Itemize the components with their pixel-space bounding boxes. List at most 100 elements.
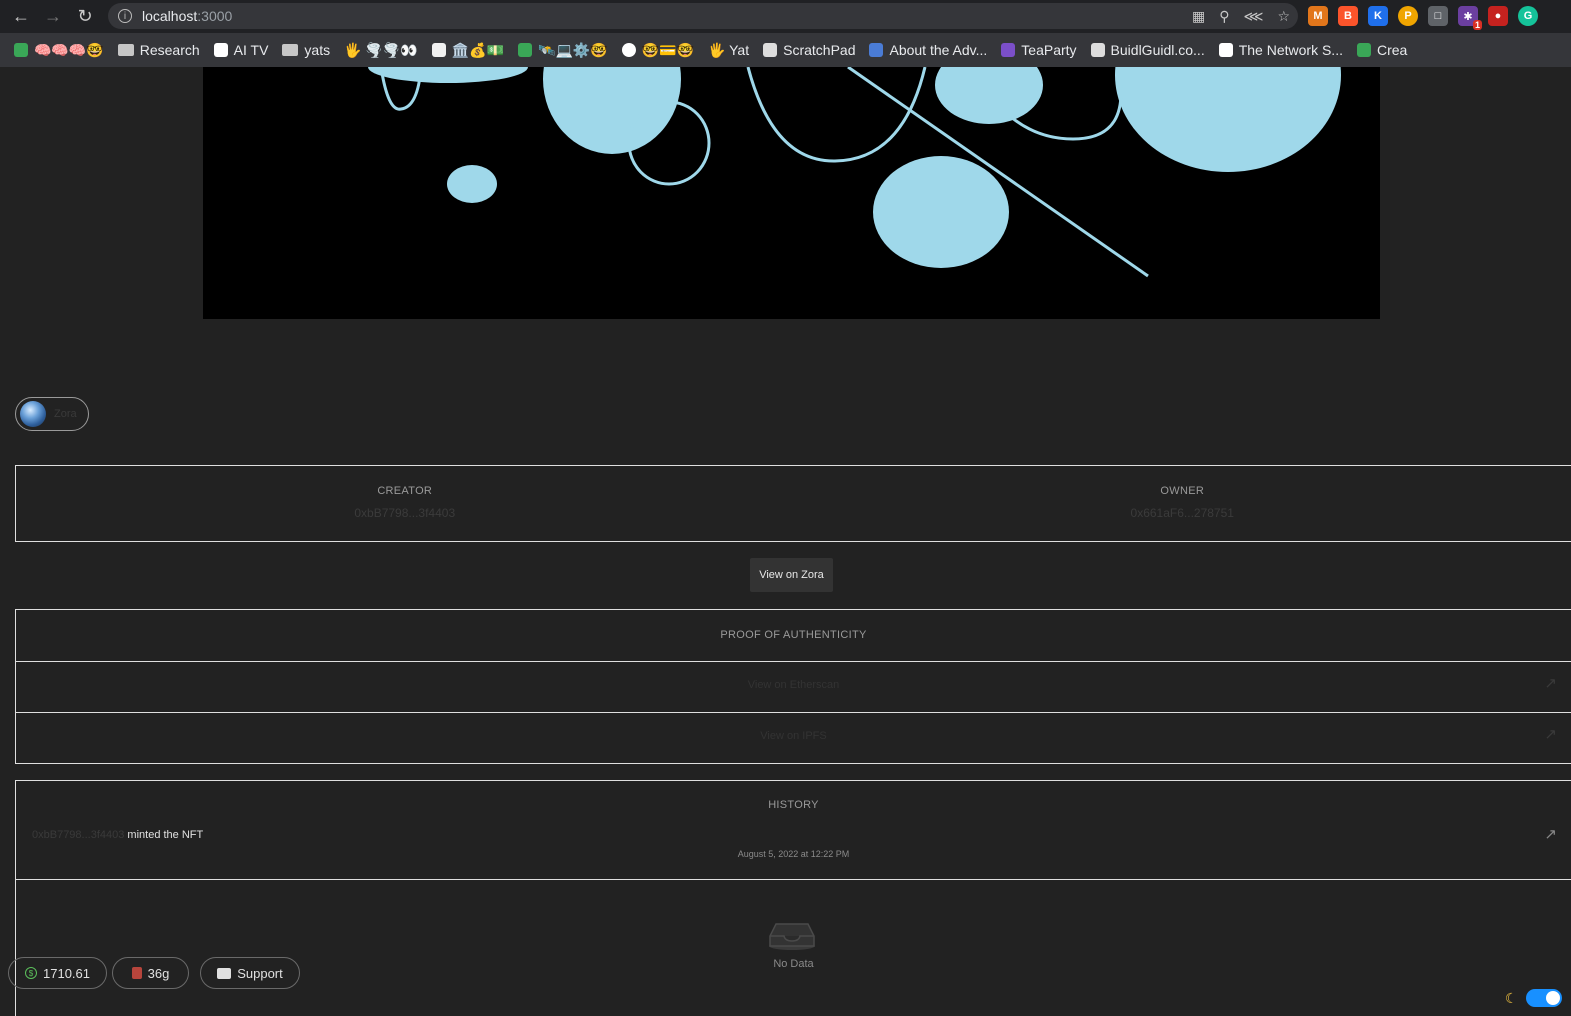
k-icon[interactable]: K — [1368, 6, 1388, 26]
empty-inbox-icon — [769, 923, 815, 950]
extensions-bar: M B K P □ ✱ 1 ● G — [1308, 5, 1538, 30]
creator-owner-panel: CREATOR 0xbB7798...3f4403 OWNER 0x661aF6… — [15, 465, 1571, 542]
bookmark-item[interactable]: 🖐️ Yat — [708, 42, 749, 59]
bookmark-item[interactable]: Research — [117, 42, 200, 58]
bookmark-icon — [518, 43, 533, 57]
platform-label: Zora — [54, 408, 77, 420]
etherscan-link[interactable]: View on Etherscan — [16, 679, 1571, 691]
brave-icon[interactable]: B — [1338, 6, 1358, 26]
star-icon[interactable]: ☆ — [1277, 8, 1290, 25]
bookmark-item[interactable]: About the Adv... — [869, 42, 987, 58]
art-arc — [746, 67, 927, 163]
dollar-icon: $ — [25, 967, 37, 979]
forward-icon[interactable]: → — [37, 1, 69, 33]
empty-state-panel: No Data — [15, 880, 1571, 1016]
creator-heading: CREATOR — [377, 485, 433, 497]
bookmark-label: 🛰️💻⚙️🤓 — [538, 41, 608, 58]
nft-artwork — [203, 67, 1380, 319]
p-icon[interactable]: P — [1398, 6, 1418, 26]
art-blob — [873, 156, 1009, 268]
bookmark-label: Research — [139, 42, 200, 58]
art-blob — [368, 67, 528, 83]
support-button[interactable]: Support — [200, 957, 300, 989]
bookmark-label: 🏛️💰💵 — [451, 41, 505, 58]
browser-toolbar: ← → ↻ i localhost:3000 ▦ ⚲ ⋘ ☆ M B K P □… — [0, 0, 1571, 33]
bookmark-item[interactable]: ScratchPad — [763, 42, 855, 58]
theme-toggle[interactable] — [1525, 989, 1562, 1007]
external-link-icon: ↗ — [1544, 726, 1557, 743]
bookmark-item[interactable]: The Network S... — [1218, 42, 1343, 58]
bookmark-item[interactable]: TeaParty — [1001, 42, 1077, 58]
history-action: minted the NFT — [124, 829, 204, 841]
bookmark-icon — [14, 43, 28, 57]
cube-icon[interactable]: □ — [1428, 6, 1448, 26]
grammarly-icon[interactable]: G — [1518, 6, 1538, 26]
balance-pill[interactable]: $ 1710.61 — [8, 957, 107, 989]
bookmark-label: TeaParty — [1021, 42, 1077, 58]
gas-pill[interactable]: 36g — [112, 957, 189, 989]
proof-panel: PROOF OF AUTHENTICITY View on Etherscan … — [15, 609, 1571, 764]
bookmark-item[interactable]: 🧠🧠🧠🤓 — [14, 42, 104, 59]
reload-icon[interactable]: ↻ — [69, 1, 101, 33]
translate-icon[interactable]: ▦ — [1192, 8, 1205, 25]
tv-icon — [213, 43, 228, 57]
square-icon — [1218, 43, 1233, 57]
page-icon — [763, 43, 778, 57]
folder-icon — [282, 44, 299, 56]
address-bar[interactable]: i localhost:3000 ▦ ⚲ ⋘ ☆ — [108, 3, 1298, 29]
bookmark-label: 🤓💳🤓 — [641, 41, 695, 58]
bookmarks-bar: 🧠🧠🧠🤓 Research AI TV yats 🖐️ 🌪️🌪️👀 🏛️💰💵 🛰… — [0, 33, 1571, 67]
bookmark-item[interactable]: AI TV — [213, 42, 269, 58]
puzzle-icon[interactable]: ✱ 1 — [1458, 6, 1482, 30]
etherscan-link-row[interactable]: View on Etherscan ↗ — [16, 661, 1571, 712]
bookmark-item[interactable]: BuidlGuidl.co... — [1090, 42, 1205, 58]
url-host: localhost — [142, 8, 198, 24]
owner-address[interactable]: 0x661aF6...278751 — [794, 506, 1571, 520]
creator-address[interactable]: 0xbB7798...3f4403 — [16, 506, 794, 520]
theme-switcher: ☾ — [1505, 989, 1562, 1007]
external-link-icon: ↗ — [1544, 675, 1557, 692]
history-actor[interactable]: 0xbB7798...3f4403 — [32, 829, 124, 841]
art-blob — [543, 67, 681, 154]
gas-pump-icon — [131, 967, 142, 979]
toggle-knob — [1545, 991, 1560, 1005]
bookmark-item[interactable]: 🖐️ 🌪️🌪️👀 — [344, 42, 418, 59]
site-info-icon[interactable]: i — [118, 9, 132, 23]
url-port: :3000 — [197, 8, 233, 24]
history-event: 0xbB7798...3f4403 minted the NFT — [32, 829, 203, 841]
bookmark-label: ScratchPad — [783, 42, 856, 58]
bookmark-label: 🧠🧠🧠🤓 — [34, 41, 104, 58]
page-icon — [431, 43, 446, 57]
globe-icon — [621, 43, 636, 57]
purple-icon — [1001, 43, 1016, 57]
art-blob — [935, 67, 1043, 124]
leaf-icon — [1356, 43, 1371, 57]
support-label: Support — [237, 965, 283, 981]
bookmark-item[interactable]: 🏛️💰💵 — [431, 41, 505, 59]
creator-column: CREATOR 0xbB7798...3f4403 — [16, 466, 794, 520]
ipfs-link-row[interactable]: View on IPFS ↗ — [16, 712, 1571, 763]
zoom-icon[interactable]: ⚲ — [1219, 8, 1229, 25]
bookmark-item[interactable]: 🤓💳🤓 — [621, 41, 695, 59]
metamask-icon[interactable]: M — [1308, 6, 1328, 26]
ipfs-link[interactable]: View on IPFS — [16, 730, 1571, 742]
url-text: localhost:3000 — [142, 8, 232, 24]
bookmark-label: yats — [304, 42, 331, 58]
bookmark-item[interactable]: 🛰️💻⚙️🤓 — [518, 42, 608, 59]
bookmark-label: The Network S... — [1238, 42, 1343, 58]
view-on-zora-button[interactable]: View on Zora — [750, 558, 833, 592]
history-heading: HISTORY — [768, 799, 819, 811]
platform-badge[interactable]: Zora — [15, 397, 89, 431]
bookmark-item[interactable]: Crea — [1356, 42, 1407, 58]
zora-orb-icon — [20, 401, 46, 427]
bookmark-item[interactable]: yats — [282, 42, 330, 58]
gamepad-icon[interactable]: ● — [1488, 6, 1508, 26]
bookmark-label: 🖐️ Yat — [708, 41, 750, 58]
share-icon[interactable]: ⋘ — [1244, 8, 1264, 25]
external-link-icon[interactable]: ↗ — [1544, 825, 1557, 843]
folder-icon — [117, 44, 134, 56]
proof-heading: PROOF OF AUTHENTICITY — [720, 629, 867, 641]
back-icon[interactable]: ← — [5, 1, 37, 33]
bookmark-label: AI TV — [233, 42, 269, 58]
image-icon — [1090, 43, 1105, 57]
